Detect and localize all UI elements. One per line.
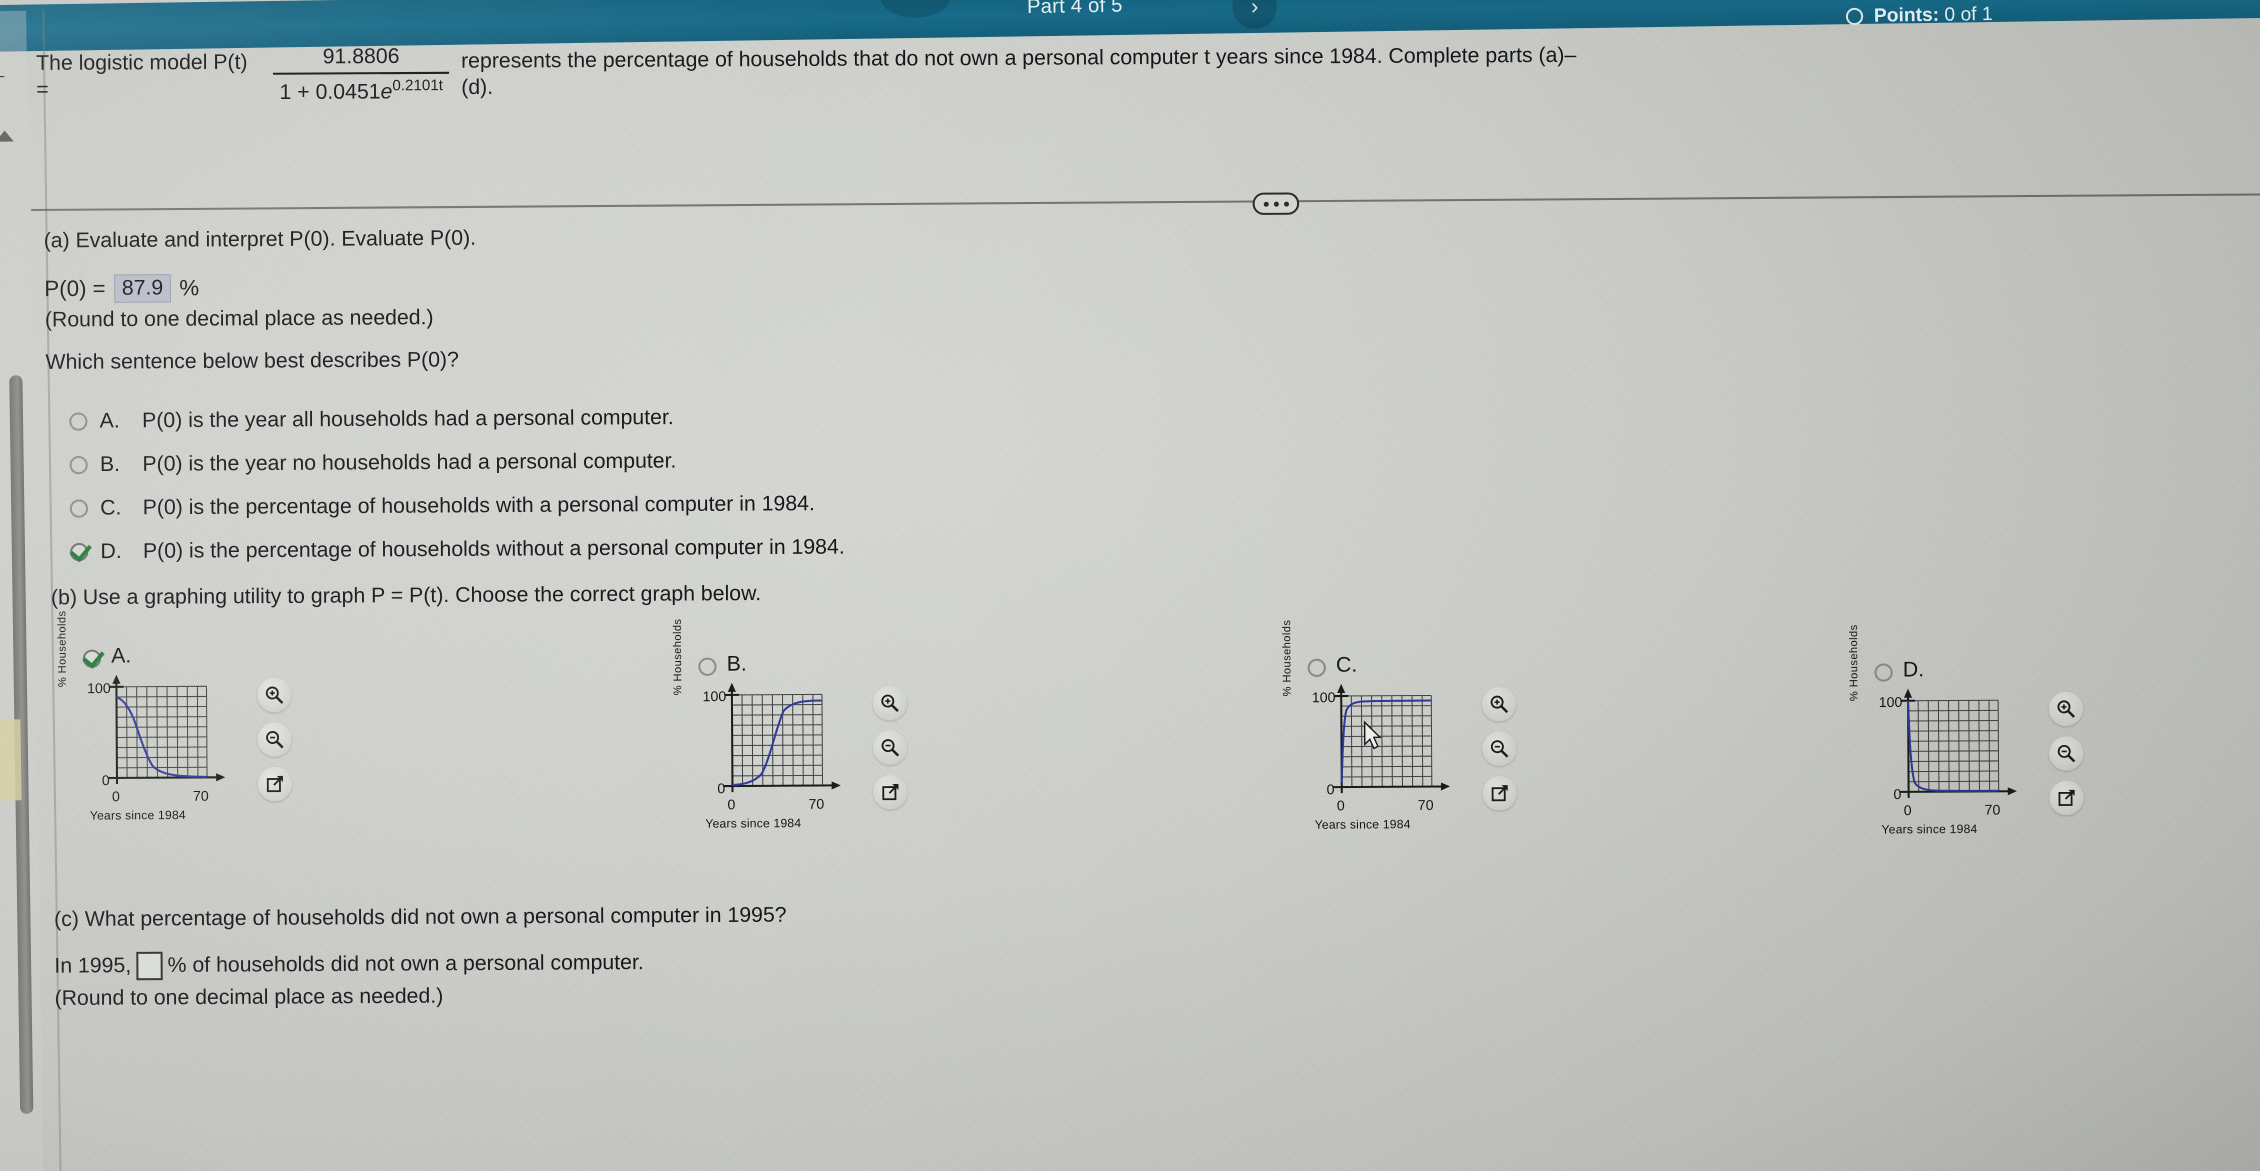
part-c-sentence-post: % of households did not own a personal c… [167, 950, 644, 978]
question-content: The logistic model P(t) = 91.8806 1 + 0.… [0, 0, 2260, 1171]
graph-a-xlabel: Years since 1984 [89, 807, 186, 823]
part-c-answer-input[interactable] [136, 951, 163, 981]
graph-b[interactable]: % Households 100 0 0 70 Years since 1984 [672, 619, 861, 831]
denominator-lead: 1 + 0.0451 [279, 80, 381, 105]
choice-b-text: P(0) is the year no households had a per… [142, 449, 677, 476]
choice-a-text: P(0) is the year all households had a pe… [142, 405, 674, 433]
graph-option-c-label: C. [1335, 653, 1358, 677]
choice-d-label: D. [100, 539, 122, 564]
graph-b-ylabel: % Households [671, 618, 685, 696]
choice-a[interactable]: A. P(0) is the year all households had a… [69, 405, 844, 434]
fraction-denominator: 1 + 0.0451e0.2101t [273, 74, 449, 107]
zoom-out-icon[interactable] [872, 730, 908, 765]
graph-option-c[interactable]: C. % Households 100 0 0 70 Years since 1… [1281, 620, 1517, 832]
graph-c-ylabel: % Households [1281, 619, 1294, 697]
stem-suffix: represents the percentage of households … [461, 43, 1577, 99]
zoom-out-icon[interactable] [1482, 731, 1517, 766]
graph-c[interactable]: % Households 100 0 0 70 Years since 1984 [1281, 620, 1471, 832]
p0-label: P(0) = [44, 275, 106, 302]
graph-b-tools [872, 685, 908, 810]
stem-prefix: The logistic model P(t) = [36, 50, 248, 102]
graph-d-tools [2048, 691, 2084, 816]
graph-c-tools [1481, 686, 1517, 811]
graph-b-xlabel: Years since 1984 [705, 815, 802, 831]
graph-option-a-label: A. [111, 644, 132, 668]
p0-unit: % [179, 274, 200, 301]
fraction-numerator: 91.8806 [322, 44, 400, 69]
graph-c-plot [1332, 683, 1451, 794]
graph-a-plot [107, 674, 226, 785]
choice-b[interactable]: B. P(0) is the year no households had a … [69, 448, 844, 477]
radio-graph-d-icon[interactable] [1874, 662, 1893, 682]
part-c-block: (c) What percentage of households did no… [54, 903, 787, 1011]
problem-statement: The logistic model P(t) = 91.8806 1 + 0.… [36, 38, 1585, 108]
graph-option-d[interactable]: D. % Households 100 0 0 70 Years since 1… [1848, 624, 2084, 837]
choice-c[interactable]: C. P(0) is the percentage of households … [69, 491, 845, 521]
zoom-in-icon[interactable] [872, 685, 908, 721]
choice-d[interactable]: D. P(0) is the percentage of households … [70, 535, 845, 564]
part-c-sentence-pre: In 1995, [54, 953, 132, 978]
expand-popout-icon[interactable] [1482, 775, 1517, 811]
radio-d-icon[interactable] [70, 542, 89, 562]
zoom-out-icon[interactable] [2048, 736, 2084, 771]
zoom-in-icon[interactable] [1481, 686, 1517, 722]
section-divider [31, 193, 2260, 212]
graph-a-ylabel: % Households [56, 610, 69, 688]
radio-graph-b-icon[interactable] [698, 657, 717, 676]
graph-d-xlabel: Years since 1984 [1881, 821, 1978, 837]
radio-a-icon[interactable] [69, 412, 88, 431]
graph-option-a[interactable]: A. % Households 100 0 0 70 Years since 1… [56, 611, 293, 823]
graph-b-plot [723, 682, 841, 793]
choice-c-text: P(0) is the percentage of households wit… [142, 491, 815, 520]
graph-option-b-label: B. [726, 652, 747, 676]
graph-c-xlabel: Years since 1984 [1314, 817, 1411, 832]
graph-a[interactable]: % Households 100 0 0 70 Years since 1984 [56, 611, 246, 823]
zoom-out-icon[interactable] [257, 722, 292, 757]
part-a-choice-list: A. P(0) is the year all households had a… [69, 405, 845, 584]
denominator-exponent: 0.2101t [392, 77, 444, 95]
zoom-in-icon[interactable] [2048, 691, 2084, 727]
radio-graph-c-icon[interactable] [1307, 658, 1326, 677]
choice-a-label: A. [99, 409, 120, 433]
graph-a-tools [257, 677, 293, 802]
radio-b-icon[interactable] [69, 455, 88, 475]
logistic-fraction: 91.8806 1 + 0.0451e0.2101t [273, 43, 449, 106]
denominator-e: e [380, 80, 393, 104]
graph-option-b[interactable]: B. % Households 100 0 0 70 Years since 1… [672, 619, 908, 831]
screenshot-root: Part 4 of 5 › HW Score: 46.88%, 7.5 of 1… [0, 0, 2260, 1171]
p0-answer-input[interactable]: 87.9 [113, 274, 172, 303]
choice-c-label: C. [100, 496, 122, 520]
graph-d-plot [1899, 688, 2017, 798]
choice-d-text: P(0) is the percentage of households wit… [142, 535, 845, 563]
part-a-prompt: (a) Evaluate and interpret P(0). Evaluat… [43, 226, 477, 253]
ellipsis-expand-icon[interactable] [1252, 192, 1300, 215]
graph-d-ylabel: % Households [1847, 624, 1861, 702]
expand-popout-icon[interactable] [257, 766, 293, 802]
choice-b-label: B. [99, 452, 121, 477]
expand-popout-icon[interactable] [873, 774, 908, 810]
part-c-answer-row: In 1995, % of households did not own a p… [54, 948, 787, 981]
expand-popout-icon[interactable] [2049, 780, 2084, 816]
p0-answer-row: P(0) = 87.9 % [44, 274, 199, 303]
radio-graph-a-icon[interactable] [82, 649, 102, 668]
graph-d[interactable]: % Households 100 0 0 70 Years since 1984 [1848, 624, 2038, 837]
radio-c-icon[interactable] [69, 499, 89, 518]
which-sentence-prompt: Which sentence below best describes P(0)… [45, 348, 459, 374]
part-b-prompt: (b) Use a graphing utility to graph P = … [50, 581, 762, 610]
part-a-round-note: (Round to one decimal place as needed.) [44, 305, 434, 332]
part-c-round-note: (Round to one decimal place as needed.) [54, 984, 444, 1011]
graph-option-d-label: D. [1902, 658, 1925, 682]
part-c-prompt: (c) What percentage of households did no… [54, 903, 787, 932]
zoom-in-icon[interactable] [257, 677, 292, 713]
